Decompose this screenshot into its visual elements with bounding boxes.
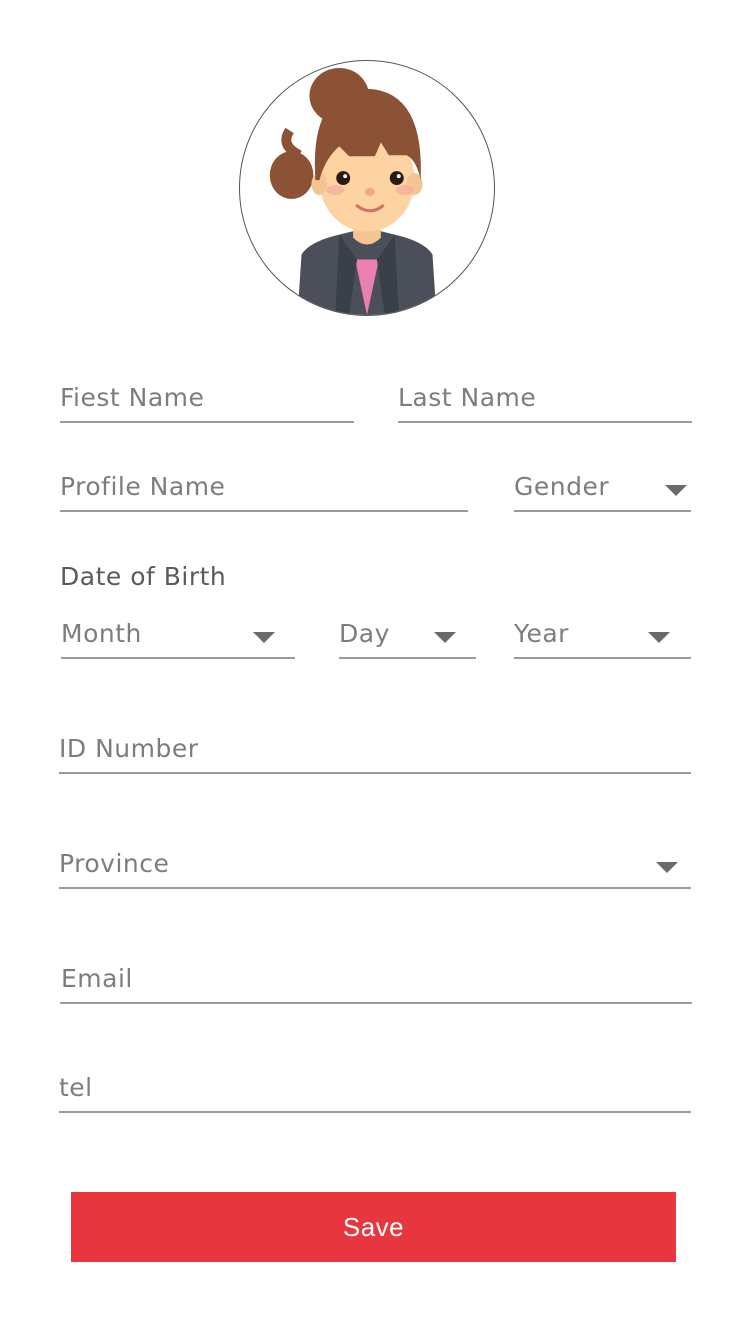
profile-name-field[interactable]: Profile Name: [60, 461, 468, 512]
tel-placeholder: tel: [59, 1073, 93, 1102]
save-button[interactable]: Save: [71, 1192, 676, 1262]
tel-field[interactable]: tel: [59, 1062, 691, 1113]
avatar-illustration: [269, 67, 437, 315]
avatar[interactable]: [239, 60, 495, 316]
gender-select[interactable]: Gender: [514, 461, 691, 512]
year-placeholder: Year: [514, 619, 569, 648]
gender-placeholder: Gender: [514, 472, 610, 501]
email-placeholder: Email: [61, 964, 133, 993]
first-name-placeholder: Fiest Name: [60, 383, 205, 412]
date-of-birth-label: Date of Birth: [60, 562, 227, 591]
month-placeholder: Month: [61, 619, 142, 648]
first-name-field[interactable]: Fiest Name: [60, 372, 354, 423]
chevron-down-icon: [253, 632, 275, 643]
profile-name-placeholder: Profile Name: [60, 472, 226, 501]
year-select[interactable]: Year: [514, 608, 691, 659]
last-name-placeholder: Last Name: [398, 383, 537, 412]
email-field[interactable]: Email: [60, 953, 692, 1004]
chevron-down-icon: [665, 485, 687, 496]
month-select[interactable]: Month: [61, 608, 295, 659]
id-number-field[interactable]: ID Number: [59, 722, 691, 774]
id-number-placeholder: ID Number: [59, 734, 199, 763]
chevron-down-icon: [434, 632, 456, 643]
chevron-down-icon: [648, 632, 670, 643]
day-placeholder: Day: [339, 619, 390, 648]
day-select[interactable]: Day: [339, 608, 476, 659]
last-name-field[interactable]: Last Name: [398, 372, 692, 423]
chevron-down-icon: [656, 862, 678, 873]
province-placeholder: Province: [59, 849, 170, 878]
province-select[interactable]: Province: [59, 837, 691, 889]
